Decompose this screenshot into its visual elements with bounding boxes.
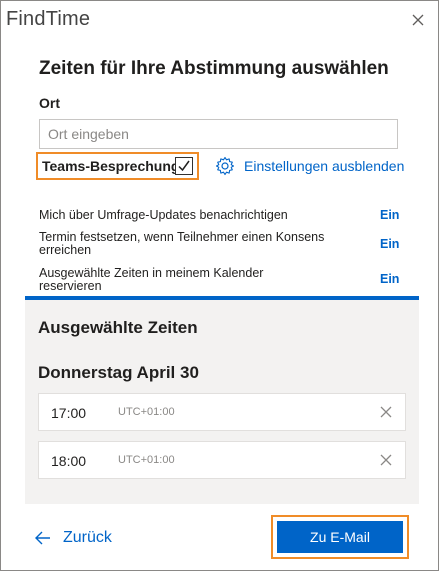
checkmark-icon <box>178 160 190 172</box>
option-toggle-notify[interactable]: Ein <box>380 208 399 222</box>
location-input[interactable] <box>39 119 398 149</box>
go-to-email-button[interactable]: Zu E-Mail <box>277 521 403 553</box>
back-label: Zurück <box>63 529 112 546</box>
selected-times-panel: Ausgewählte Zeiten Donnerstag April 30 1… <box>25 300 419 504</box>
location-label: Ort <box>39 95 60 111</box>
back-button[interactable]: Zurück <box>33 528 112 548</box>
findtime-window: FindTime Zeiten für Ihre Abstimmung ausw… <box>0 0 439 571</box>
page-heading: Zeiten für Ihre Abstimmung auswählen <box>39 58 389 79</box>
time-slot-timezone: UTC+01:00 <box>118 454 175 466</box>
remove-slot-button[interactable] <box>377 403 395 421</box>
remove-slot-button[interactable] <box>377 451 395 469</box>
app-title: FindTime <box>6 8 91 30</box>
time-slot-row: 18:00 UTC+01:00 <box>38 441 406 479</box>
option-label-schedule: Termin festsetzen, wenn Teilnehmer einen… <box>39 230 325 257</box>
title-bar: FindTime <box>1 1 438 41</box>
teams-meeting-checkbox[interactable] <box>175 157 193 175</box>
time-slot-timezone: UTC+01:00 <box>118 406 175 418</box>
time-slot-time: 18:00 <box>51 453 87 469</box>
option-toggle-reserve[interactable]: Ein <box>380 272 399 286</box>
option-label-notify: Mich über Umfrage-Updates benachrichtige… <box>39 208 288 222</box>
selected-times-title: Ausgewählte Zeiten <box>38 318 198 337</box>
selected-date: Donnerstag April 30 <box>38 363 199 382</box>
close-icon <box>380 454 392 466</box>
close-icon <box>412 14 424 26</box>
time-slot-time: 17:00 <box>51 405 87 421</box>
time-slot-row: 17:00 UTC+01:00 <box>38 393 406 431</box>
option-label-reserve: Ausgewählte Zeiten in meinem Kalender re… <box>39 266 264 293</box>
close-button[interactable] <box>408 10 428 30</box>
arrow-left-icon <box>35 531 50 545</box>
teams-meeting-label: Teams-Besprechung <box>42 158 180 174</box>
option-toggle-schedule[interactable]: Ein <box>380 237 399 251</box>
teams-meeting-option: Teams-Besprechung <box>36 152 199 180</box>
hide-settings-label: Einstellungen ausblenden <box>244 158 405 174</box>
gear-icon <box>215 156 235 176</box>
hide-settings-link[interactable]: Einstellungen ausblenden <box>215 156 404 176</box>
close-icon <box>380 406 392 418</box>
